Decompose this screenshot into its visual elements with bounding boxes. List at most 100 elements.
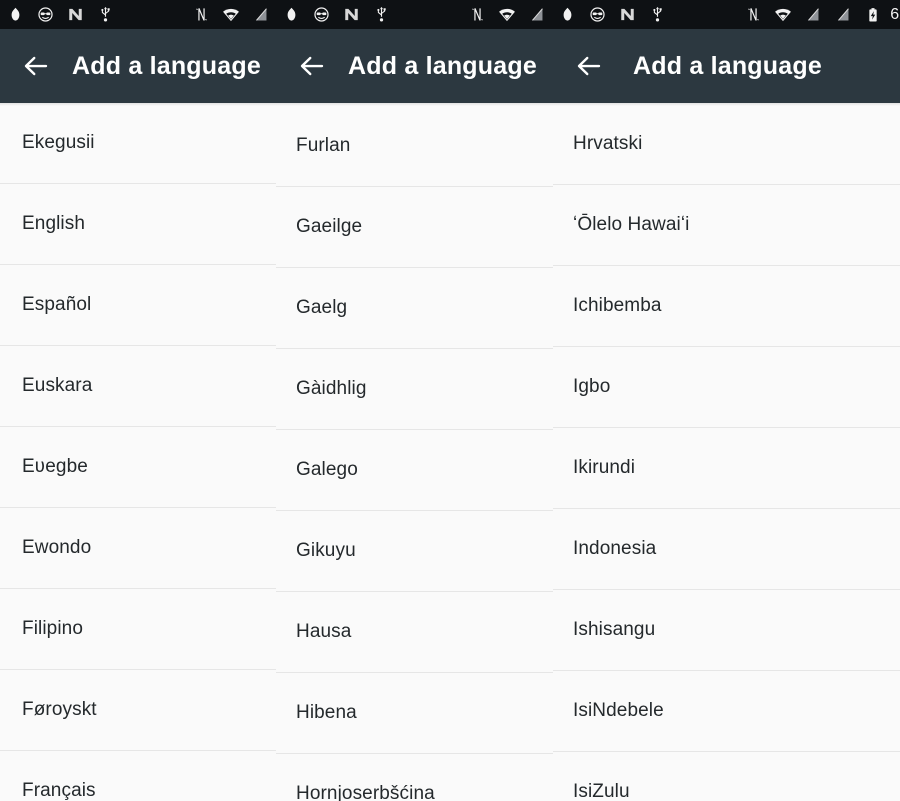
status-bar-icon-group-2 (186, 0, 276, 29)
language-row[interactable]: Hrvatski (553, 104, 900, 185)
language-list-3: Hrvatski ʻŌlelo Hawaiʻi Ichibemba Igbo Ikiru… (553, 104, 900, 801)
language-row[interactable]: Euskara (0, 346, 276, 427)
language-label: Gaeilge (296, 216, 362, 238)
back-arrow-icon (21, 51, 51, 81)
signal-off-icon (246, 0, 276, 29)
signal-off-icon (828, 0, 858, 29)
language-label: Furlan (296, 135, 350, 157)
app-bar-pane-1: Add a language (0, 29, 276, 103)
language-row[interactable]: Føroyskt (0, 670, 276, 751)
language-row[interactable]: Gàidhlig (276, 349, 553, 430)
language-label: Hornjoserbšćina (296, 783, 435, 801)
language-label: IsiZulu (573, 781, 630, 801)
language-label: Igbo (573, 376, 610, 398)
wifi-icon (492, 0, 522, 29)
status-bar-icon-group-5 (552, 0, 672, 29)
language-row[interactable]: Français (0, 751, 276, 801)
language-row[interactable]: Furlan (276, 106, 553, 187)
language-row[interactable]: Galego (276, 430, 553, 511)
language-columns: Ekegusii English Español Euskara Eʋegbe Ewond… (0, 103, 900, 801)
language-label: Gaelg (296, 297, 347, 319)
screen-root: 62 Add a language Add a language (0, 0, 900, 801)
back-button-1[interactable] (8, 29, 64, 103)
usb-icon (642, 0, 672, 29)
language-label: Français (22, 780, 96, 801)
app-bar-pane-2: Add a language (276, 29, 553, 103)
n-logo-icon (612, 0, 642, 29)
language-label: Føroyskt (22, 699, 97, 721)
signal-off-icon (798, 0, 828, 29)
status-bar-icon-group-1 (0, 0, 120, 29)
language-row[interactable]: Eʋegbe (0, 427, 276, 508)
language-label: Español (22, 294, 91, 316)
language-label: Hibena (296, 702, 357, 724)
language-list-column-3[interactable]: Hrvatski ʻŌlelo Hawaiʻi Ichibemba Igbo Ikiru… (553, 103, 900, 801)
app-bar-title-3: Add a language (633, 52, 822, 81)
usb-icon (366, 0, 396, 29)
language-row[interactable]: Igbo (553, 347, 900, 428)
language-row[interactable]: Filipino (0, 589, 276, 670)
n-logo-icon (336, 0, 366, 29)
back-button-2[interactable] (284, 29, 340, 103)
language-row[interactable]: Gaeilge (276, 187, 553, 268)
sunglasses-face-icon (30, 0, 60, 29)
language-row[interactable]: Ichibemba (553, 266, 900, 347)
language-label: IsiNdebele (573, 700, 664, 722)
language-row[interactable]: Hornjoserbšćina (276, 754, 553, 801)
back-arrow-icon (574, 51, 604, 81)
signal-off-icon (522, 0, 552, 29)
app-bar-pane-3: Add a language (553, 29, 900, 103)
language-row[interactable]: Español (0, 265, 276, 346)
language-label: Ewondo (22, 537, 91, 559)
language-row[interactable]: ʻŌlelo Hawaiʻi (553, 185, 900, 266)
droplet-icon (0, 0, 30, 29)
language-list-column-2[interactable]: Furlan Gaeilge Gaelg Gàidhlig Galego Gikuyu Ha… (276, 103, 553, 801)
language-label: Hrvatski (573, 133, 642, 155)
language-label: Ishisangu (573, 619, 655, 641)
sunglasses-face-icon (582, 0, 612, 29)
language-row[interactable]: Hibena (276, 673, 553, 754)
language-row[interactable]: Gikuyu (276, 511, 553, 592)
language-row[interactable]: Ishisangu (553, 590, 900, 671)
battery-percent-label: 62 (890, 6, 900, 24)
language-label: Ikirundi (573, 457, 635, 479)
language-label: Ichibemba (573, 295, 662, 317)
language-label: ʻŌlelo Hawaiʻi (573, 214, 690, 236)
language-label: Galego (296, 459, 358, 481)
language-row[interactable]: Indonesia (553, 509, 900, 590)
nfc-icon (462, 0, 492, 29)
language-list-column-1[interactable]: Ekegusii English Español Euskara Eʋegbe Ewond… (0, 103, 276, 801)
wifi-icon (216, 0, 246, 29)
droplet-icon (276, 0, 306, 29)
language-row[interactable]: English (0, 184, 276, 265)
app-bar-title-2: Add a language (348, 52, 537, 81)
language-label: Filipino (22, 618, 83, 640)
language-label: Ekegusii (22, 132, 95, 154)
sunglasses-face-icon (306, 0, 336, 29)
language-label: Hausa (296, 621, 351, 643)
language-label: Gikuyu (296, 540, 356, 562)
language-list-1: Ekegusii English Español Euskara Eʋegbe Ewond… (0, 103, 276, 801)
droplet-icon (552, 0, 582, 29)
wifi-icon (768, 0, 798, 29)
language-label: Eʋegbe (22, 456, 88, 478)
language-row[interactable]: Ekegusii (0, 103, 276, 184)
nfc-icon (186, 0, 216, 29)
battery-charging-icon (858, 0, 888, 29)
language-row[interactable]: Ewondo (0, 508, 276, 589)
status-bar-icon-group-6: 62 (738, 0, 900, 29)
app-bar-title-1: Add a language (72, 52, 261, 81)
language-list-2: Furlan Gaeilge Gaelg Gàidhlig Galego Gikuyu Ha… (276, 106, 553, 801)
status-bar: 62 (0, 0, 900, 29)
language-row[interactable]: IsiNdebele (553, 671, 900, 752)
app-bar-row: Add a language Add a language Add a lang… (0, 29, 900, 103)
status-bar-icon-group-4 (462, 0, 552, 29)
language-label: English (22, 213, 85, 235)
usb-icon (90, 0, 120, 29)
back-button-3[interactable] (561, 29, 617, 103)
language-row[interactable]: IsiZulu (553, 752, 900, 801)
language-row[interactable]: Hausa (276, 592, 553, 673)
language-row[interactable]: Gaelg (276, 268, 553, 349)
language-row[interactable]: Ikirundi (553, 428, 900, 509)
n-logo-icon (60, 0, 90, 29)
